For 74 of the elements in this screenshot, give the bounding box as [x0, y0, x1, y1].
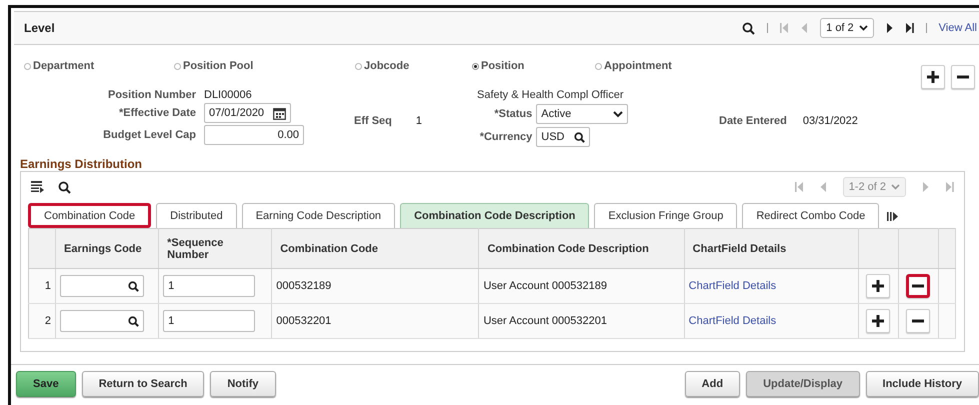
column-header: ChartField Details: [684, 228, 858, 268]
earnings-code-field[interactable]: [60, 310, 144, 332]
last-page-icon[interactable]: [904, 23, 914, 33]
chevron-down-icon: [858, 25, 868, 31]
search-icon[interactable]: [58, 180, 71, 194]
column-header: Combination Code: [272, 228, 479, 268]
section-title: Earnings Distribution: [19, 157, 144, 171]
grid-settings-icon[interactable]: [31, 181, 44, 193]
field-label: Position Number: [106, 89, 196, 101]
status-dropdown[interactable]: Active: [536, 104, 628, 124]
field-label: Date Entered: [719, 115, 787, 129]
eff-seq-value: 1: [416, 115, 422, 129]
field-label: *Currency: [478, 131, 532, 143]
search-icon[interactable]: [128, 280, 140, 292]
add-row-button[interactable]: [866, 309, 890, 333]
plus-icon: [872, 315, 884, 327]
search-icon[interactable]: [742, 22, 756, 34]
sequence-field[interactable]: 1: [163, 310, 256, 332]
action-button[interactable]: Return to Search: [82, 371, 204, 397]
table-cell: User Account 000532189: [478, 268, 684, 304]
action-button[interactable]: Include History: [866, 371, 979, 397]
section-title: Level: [24, 21, 55, 35]
remove-button[interactable]: [951, 65, 975, 89]
search-icon[interactable]: [574, 132, 586, 142]
radio-option[interactable]: Position Pool: [174, 60, 355, 72]
page-dropdown[interactable]: 1 of 2: [820, 18, 874, 38]
earnings-code-field[interactable]: [60, 275, 144, 297]
row-number: 1: [28, 268, 56, 304]
date-entered-value: 03/31/2022: [802, 115, 858, 129]
column-header: Combination Code Description: [478, 228, 684, 268]
chartfield-details-link[interactable]: ChartField Details: [688, 280, 776, 292]
action-button[interactable]: Add: [684, 371, 740, 397]
radio-option[interactable]: Department: [24, 60, 174, 72]
chevron-down-icon: [891, 184, 900, 190]
chartfield-details-link[interactable]: ChartField Details: [688, 315, 776, 327]
action-button[interactable]: Update/Display: [746, 371, 860, 397]
view-all-link[interactable]: View All: [938, 22, 977, 34]
sequence-field[interactable]: 1: [163, 275, 256, 297]
add-button[interactable]: [921, 65, 945, 89]
tab[interactable]: Earning Code Description: [242, 203, 396, 228]
calendar-icon[interactable]: [273, 106, 286, 120]
add-row-button[interactable]: [866, 274, 890, 298]
column-header: *Sequence Number: [158, 228, 272, 268]
field-label: Eff Seq: [354, 115, 392, 129]
delete-row-button[interactable]: [906, 274, 930, 298]
plus-icon: [872, 280, 884, 292]
field-label: *Effective Date: [118, 107, 196, 119]
search-icon[interactable]: [128, 316, 140, 326]
table-cell: 000532189: [272, 268, 479, 304]
radio-option[interactable]: Appointment: [595, 60, 795, 72]
show-all-columns-icon[interactable]: [887, 212, 898, 221]
field-label: *Status: [493, 108, 532, 120]
row-number: 2: [28, 304, 56, 338]
radio-option[interactable]: Position: [472, 60, 595, 72]
chevron-down-icon: [613, 110, 624, 118]
tab[interactable]: Combination Code Description: [400, 203, 590, 228]
tab[interactable]: Combination Code: [28, 203, 152, 228]
plus-icon: [927, 71, 939, 83]
currency-field[interactable]: USD: [536, 127, 590, 147]
next-icon[interactable]: [886, 23, 893, 33]
position-title: Safety & Health Compl Officer: [477, 89, 624, 101]
position-number: DLI00006: [204, 89, 253, 101]
action-button[interactable]: Save: [16, 371, 76, 397]
tab[interactable]: Redirect Combo Code: [742, 203, 880, 228]
table-cell: User Account 000532201: [478, 304, 684, 338]
tab[interactable]: Distributed: [156, 203, 237, 228]
table-cell: 000532201: [272, 304, 479, 338]
field-label: Budget Level Cap: [102, 129, 196, 141]
tab[interactable]: Exclusion Fringe Group: [594, 203, 738, 228]
date-field[interactable]: 07/01/2020: [204, 103, 291, 123]
action-button[interactable]: Notify: [210, 371, 276, 397]
budget-cap-field[interactable]: 0.00: [204, 125, 304, 145]
column-header: Earnings Code: [56, 228, 159, 268]
radio-option[interactable]: Jobcode: [355, 60, 472, 72]
